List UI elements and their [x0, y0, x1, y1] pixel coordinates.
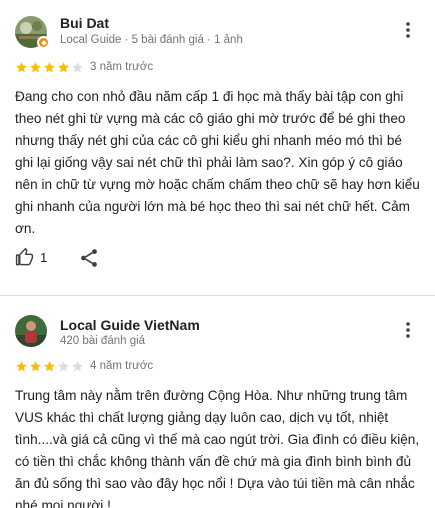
review-divider — [0, 295, 435, 296]
reviewer-avatar[interactable] — [15, 315, 47, 347]
star-filled-icon — [58, 62, 69, 73]
star-filled-icon — [16, 62, 27, 73]
star-empty-icon — [72, 62, 83, 73]
star-rating — [15, 360, 84, 373]
star-empty-icon — [72, 361, 83, 372]
like-count: 1 — [40, 250, 48, 265]
star-filled-icon — [30, 62, 41, 73]
reviewer-meta[interactable]: 420 bài đánh giá — [60, 335, 145, 347]
reviewer-name[interactable]: Local Guide VietNam — [60, 317, 200, 333]
share-icon[interactable] — [78, 247, 100, 269]
star-filled-icon — [44, 62, 55, 73]
avatar-photo — [15, 315, 47, 347]
review-date: 3 năm trước — [90, 61, 154, 73]
thumb-up-icon — [15, 248, 34, 266]
star-filled-icon — [44, 361, 55, 372]
review-text: Đang cho con nhỏ đầu năm cấp 1 đi học mà… — [15, 89, 420, 236]
reviewer-name[interactable]: Bui Dat — [60, 15, 109, 31]
star-empty-icon — [58, 361, 69, 372]
reviewer-meta[interactable]: Local Guide · 5 bài đánh giá · 1 ảnh — [60, 34, 243, 46]
review-date: 4 năm trước — [90, 360, 154, 372]
more-vert-icon[interactable] — [398, 20, 418, 40]
like-button[interactable]: 1 — [15, 248, 47, 267]
star-filled-icon — [30, 361, 41, 372]
review-text: Trung tâm này nằm trên đường Cộng Hòa. N… — [15, 388, 420, 508]
review-card: Bui Dat Local Guide · 5 bài đánh giá · 1… — [0, 0, 435, 296]
local-guide-badge-icon — [37, 36, 50, 49]
review-card: Local Guide VietNam 420 bài đánh giá 4 n… — [0, 297, 435, 508]
more-vert-icon[interactable] — [398, 320, 418, 340]
star-rating — [15, 61, 84, 74]
star-filled-icon — [16, 361, 27, 372]
